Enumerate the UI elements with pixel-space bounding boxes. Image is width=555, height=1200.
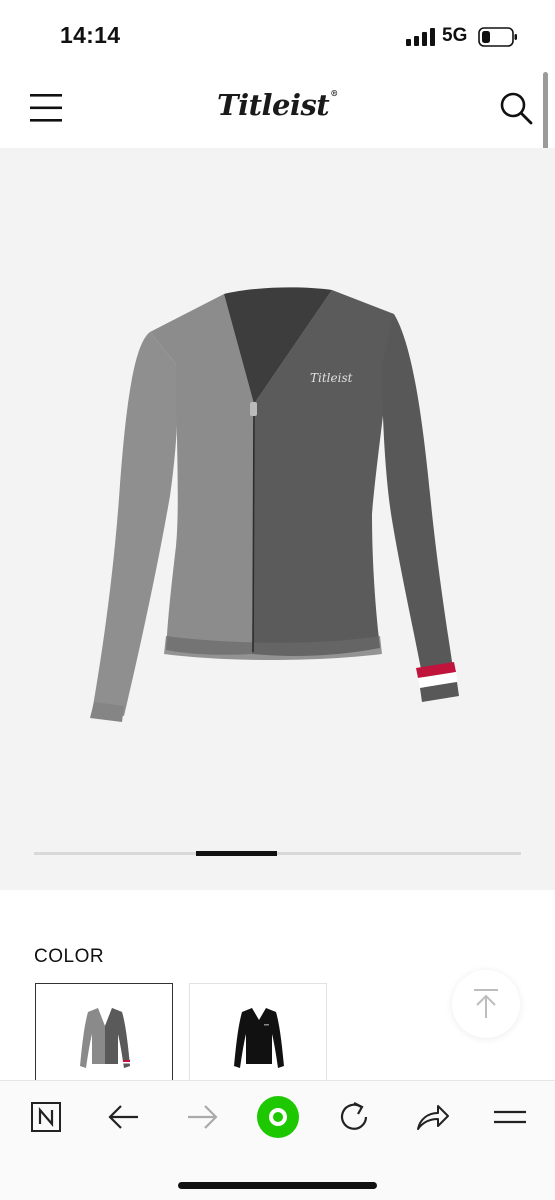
search-icon[interactable] — [496, 88, 536, 128]
share-icon[interactable] — [410, 1095, 454, 1139]
naver-n-icon[interactable] — [24, 1095, 68, 1139]
black-cardigan-thumbnail — [234, 1008, 284, 1068]
green-circle-icon[interactable] — [255, 1094, 301, 1140]
scroll-top-button[interactable] — [452, 970, 520, 1038]
back-arrow-icon[interactable] — [102, 1095, 146, 1139]
gallery-progress-indicator — [196, 851, 277, 856]
color-label: COLOR — [34, 946, 105, 967]
gray-cardigan-thumbnail — [80, 1008, 130, 1068]
status-time: 14:14 — [60, 22, 121, 48]
hamburger-icon[interactable] — [26, 90, 66, 126]
status-bar: 14:14 5G — [0, 0, 555, 72]
svg-text:Titleist: Titleist — [310, 371, 353, 385]
battery-icon — [478, 27, 517, 47]
browser-toolbar — [0, 1080, 555, 1200]
site-header: Titleist® — [0, 72, 555, 148]
home-indicator[interactable] — [178, 1182, 377, 1189]
logo-text: Titleist — [217, 88, 330, 122]
signal-icon — [406, 28, 435, 46]
product-gallery[interactable]: Titleist — [0, 148, 555, 890]
color-option-gray[interactable] — [35, 983, 173, 1093]
reload-icon[interactable] — [332, 1095, 376, 1139]
network-type: 5G — [442, 25, 468, 46]
color-option-black[interactable] — [189, 983, 327, 1093]
forward-arrow-icon[interactable] — [180, 1095, 224, 1139]
logo-registered-mark: ® — [330, 88, 338, 98]
product-image: Titleist — [90, 287, 459, 722]
menu-lines-icon[interactable] — [488, 1095, 532, 1139]
gallery-progress-track — [34, 851, 521, 856]
brand-logo[interactable]: Titleist® — [217, 88, 338, 122]
arrow-up-to-top-icon — [474, 989, 498, 1018]
